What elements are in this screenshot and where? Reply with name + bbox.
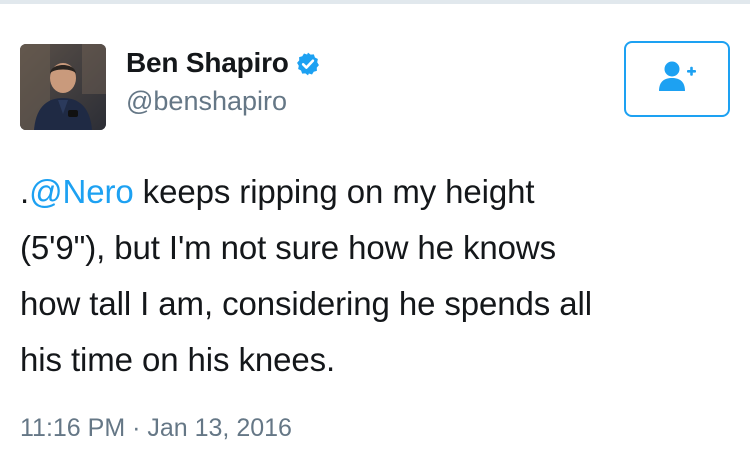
display-name[interactable]: Ben Shapiro bbox=[126, 47, 289, 79]
verified-badge-icon bbox=[295, 51, 321, 77]
add-user-icon bbox=[657, 59, 697, 100]
avatar[interactable] bbox=[20, 44, 106, 130]
follow-button[interactable] bbox=[624, 41, 730, 117]
tweet-lead: . bbox=[20, 173, 30, 210]
avatar-image bbox=[20, 44, 106, 130]
mention-link[interactable]: @Nero bbox=[29, 173, 134, 210]
tweet-text: .@Nero keeps ripping on my height (5'9")… bbox=[20, 164, 735, 388]
tweet-header: Ben Shapiro @benshapiro bbox=[20, 41, 730, 132]
tweet-line-4: his time on his knees. bbox=[20, 341, 336, 378]
user-handle[interactable]: @benshapiro bbox=[126, 86, 321, 117]
tweet-timestamp[interactable]: 11:16 PM · Jan 13, 2016 bbox=[20, 414, 292, 443]
tweet-line-1-text: keeps ripping on my height bbox=[133, 173, 535, 210]
tweet-line-1: .@Nero keeps ripping on my height bbox=[20, 164, 735, 220]
top-divider bbox=[0, 0, 750, 4]
tweet-line-3: how tall I am, considering he spends all bbox=[20, 285, 592, 322]
display-name-row: Ben Shapiro bbox=[126, 44, 321, 82]
user-names: Ben Shapiro @benshapiro bbox=[126, 44, 321, 117]
tweet-line-2: (5'9"), but I'm not sure how he knows bbox=[20, 229, 557, 266]
